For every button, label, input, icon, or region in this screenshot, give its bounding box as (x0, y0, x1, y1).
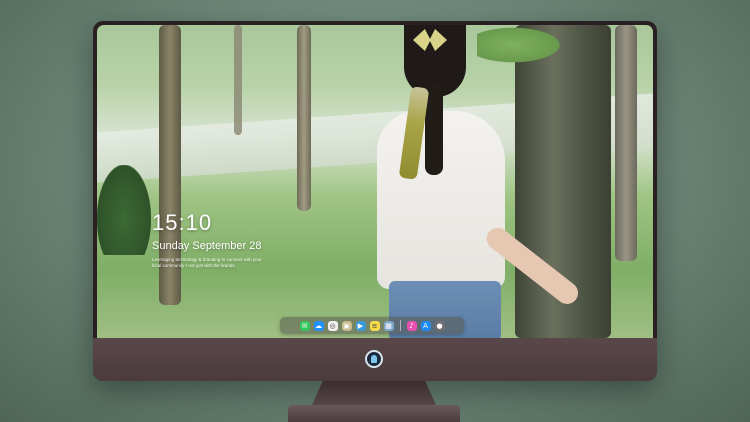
clock-time: 15:10 (152, 210, 213, 235)
lock-screen-clock: 15:10 Sunday September 28 Leveraging tec… (152, 211, 262, 269)
monitor-chin (93, 338, 657, 381)
wallpaper-leaves (477, 25, 567, 65)
notes-icon[interactable]: ≡ (369, 320, 380, 331)
wallpaper-tree (297, 25, 311, 211)
photos-icon[interactable]: ▦ (383, 320, 394, 331)
brand-logo-icon (365, 350, 383, 368)
itunes-icon[interactable]: ♪ (406, 320, 417, 331)
dock-separator (399, 320, 401, 331)
monitor: 15:10 Sunday September 28 Leveraging tec… (93, 21, 657, 381)
preview-icon[interactable]: ▣ (341, 320, 352, 331)
dock: ✉ ☁ ◎ ▣ ▶ ≡ ▦ ♪ A ● (280, 317, 464, 334)
clock-date: Sunday September 28 (152, 240, 262, 252)
clock-quote: Leveraging technology & branding to conn… (152, 257, 262, 268)
wallpaper-bush (97, 165, 151, 255)
clapper-icon[interactable]: ▶ (355, 320, 366, 331)
desktop-screen: 15:10 Sunday September 28 Leveraging tec… (97, 25, 653, 338)
safari-icon[interactable]: ◎ (327, 320, 338, 331)
wallpaper-tree (234, 25, 242, 135)
finder-icon[interactable]: ☁ (313, 320, 324, 331)
wallpaper-tree (615, 25, 637, 261)
appstore-icon[interactable]: A (420, 320, 431, 331)
monitor-stand-base (288, 405, 460, 422)
messages-icon[interactable]: ✉ (299, 320, 310, 331)
camera-icon[interactable]: ● (434, 320, 445, 331)
